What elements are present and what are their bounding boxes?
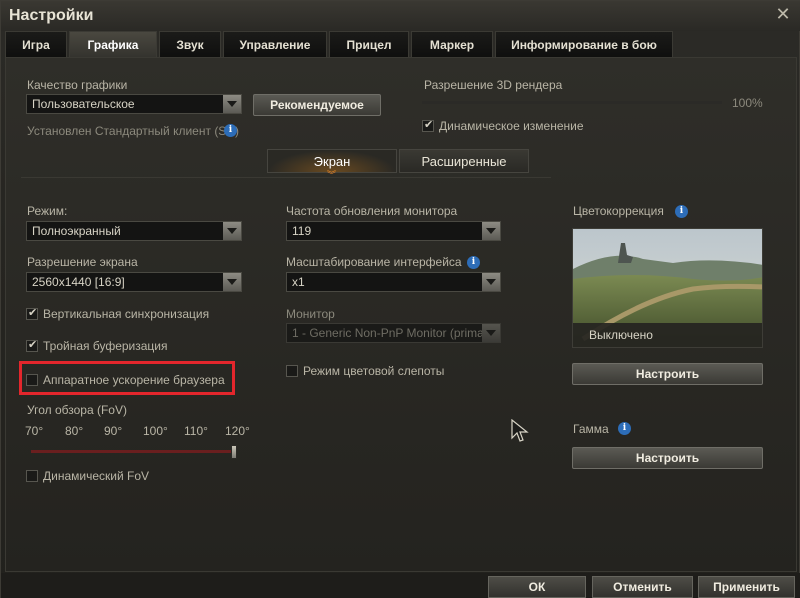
ok-button[interactable]: ОК <box>488 576 586 598</box>
subtab-advanced[interactable]: Расширенные <box>399 149 529 173</box>
close-icon[interactable]: ✕ <box>773 4 793 24</box>
info-icon[interactable]: i <box>618 422 631 435</box>
info-icon[interactable]: i <box>467 256 480 269</box>
fov-tick: 110° <box>184 424 208 438</box>
subtab-screen-label: Экран <box>313 153 351 169</box>
dynamic-fov-label: Динамический FoV <box>43 469 150 483</box>
tab-marker[interactable]: Маркер <box>411 31 493 57</box>
window-title: Настройки <box>9 7 94 24</box>
quality-value: Пользовательское <box>32 97 135 111</box>
mode-select[interactable]: Полноэкранный <box>26 221 242 241</box>
mode-value: Полноэкранный <box>32 224 121 238</box>
scaling-select[interactable]: x1 <box>286 272 501 292</box>
mouse-cursor-icon <box>511 419 529 442</box>
monitor-label: Монитор <box>286 307 335 321</box>
divider <box>21 177 551 178</box>
tab-graphics[interactable]: Графика <box>69 31 157 57</box>
fov-slider-handle[interactable] <box>231 445 237 459</box>
render-slider[interactable] <box>422 101 722 104</box>
chevron-down-icon <box>482 222 500 240</box>
gamma-label: Гамма <box>573 422 609 436</box>
colorblind-checkbox[interactable] <box>286 365 298 377</box>
fov-slider-fill <box>31 450 237 453</box>
vsync-checkbox[interactable] <box>26 306 38 320</box>
tab-game[interactable]: Игра <box>5 31 67 57</box>
settings-window: Настройки ✕ Игра Графика Звук Управление… <box>0 0 800 598</box>
render-slider-fill <box>422 101 722 104</box>
refresh-value: 119 <box>292 224 312 238</box>
tab-battle-notifications[interactable]: Информирование в бою <box>495 31 673 57</box>
chevron-down-icon <box>223 273 241 291</box>
render-value: 100% <box>732 96 763 110</box>
tab-sound[interactable]: Звук <box>159 31 221 57</box>
fov-tick: 120° <box>225 424 250 438</box>
refresh-select[interactable]: 119 <box>286 221 501 241</box>
monitor-select: 1 - Generic Non-PnP Monitor (prima <box>286 323 501 343</box>
fov-tick: 70° <box>25 424 44 438</box>
chevron-down-icon <box>223 222 241 240</box>
fov-label: Угол обзора (FoV) <box>27 403 127 417</box>
title-bar: Настройки ✕ <box>1 1 800 31</box>
dynamic-render-checkbox[interactable] <box>422 118 434 132</box>
color-correction-label: Цветокоррекция <box>573 204 664 218</box>
dynamic-render-label: Динамическое изменение <box>439 119 584 133</box>
vsync-label: Вертикальная синхронизация <box>43 307 210 321</box>
triple-buffering-checkbox[interactable] <box>26 338 38 352</box>
info-icon[interactable]: i <box>224 124 237 137</box>
client-note: Установлен Стандартный клиент (SD) <box>27 124 239 138</box>
recommended-button[interactable]: Рекомендуемое <box>253 94 381 116</box>
render-label: Разрешение 3D рендера <box>424 78 563 92</box>
mode-label: Режим: <box>27 204 68 218</box>
fov-tick: 90° <box>104 424 123 438</box>
hardware-acceleration-checkbox[interactable] <box>26 374 38 386</box>
cancel-button[interactable]: Отменить <box>592 576 693 598</box>
dynamic-fov-checkbox[interactable] <box>26 470 38 482</box>
monitor-value: 1 - Generic Non-PnP Monitor (prima <box>292 326 484 340</box>
scaling-value: x1 <box>292 275 305 289</box>
fov-tick: 80° <box>65 424 84 438</box>
tab-controls[interactable]: Управление <box>223 31 327 57</box>
quality-select[interactable]: Пользовательское <box>26 94 242 114</box>
resolution-value: 2560x1440 [16:9] <box>32 275 125 289</box>
info-icon[interactable]: i <box>675 205 688 218</box>
quality-label: Качество графики <box>27 78 128 92</box>
color-correction-configure-button[interactable]: Настроить <box>572 363 763 385</box>
tab-bar: Игра Графика Звук Управление Прицел Марк… <box>5 31 673 57</box>
fov-tick: 100° <box>143 424 168 438</box>
tab-crosshair[interactable]: Прицел <box>329 31 409 57</box>
resolution-label: Разрешение экрана <box>27 255 138 269</box>
fov-slider[interactable] <box>31 445 237 459</box>
chevron-down-icon <box>482 273 500 291</box>
apply-button[interactable]: Применить <box>698 576 795 598</box>
hardware-acceleration-label: Аппаратное ускорение браузера <box>43 373 225 387</box>
preview-status: Выключено <box>589 328 653 342</box>
gamma-configure-button[interactable]: Настроить <box>572 447 763 469</box>
resolution-select[interactable]: 2560x1440 [16:9] <box>26 272 242 292</box>
chevron-down-icon <box>482 324 500 342</box>
chevron-down-icon: ︾ <box>327 170 337 180</box>
color-correction-preview: Выключено <box>572 228 763 348</box>
colorblind-label: Режим цветовой слепоты <box>303 364 445 378</box>
refresh-label: Частота обновления монитора <box>286 204 458 218</box>
chevron-down-icon <box>223 95 241 113</box>
scaling-label: Масштабирование интерфейса <box>286 255 462 269</box>
triple-buffering-label: Тройная буферизация <box>43 339 168 353</box>
